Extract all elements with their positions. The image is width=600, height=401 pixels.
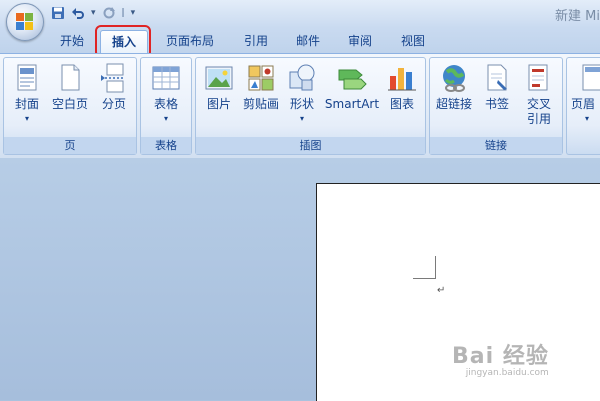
undo-dropdown-icon[interactable]: ▾ bbox=[91, 8, 96, 18]
office-button[interactable] bbox=[6, 3, 44, 41]
chevron-down-icon: ▾ bbox=[24, 114, 29, 123]
redo-icon[interactable] bbox=[101, 5, 117, 21]
tab-review[interactable]: 审阅 bbox=[340, 30, 380, 52]
save-icon[interactable] bbox=[50, 5, 66, 21]
clipart-button[interactable]: 剪贴画 bbox=[240, 62, 282, 112]
tab-references[interactable]: 引用 bbox=[236, 30, 276, 52]
smartart-icon bbox=[336, 62, 368, 94]
shapes-icon bbox=[286, 62, 318, 94]
table-icon bbox=[150, 62, 182, 94]
paragraph-mark: ↵ bbox=[437, 285, 446, 296]
cover-page-icon bbox=[11, 62, 43, 94]
customize-icon[interactable]: ▾ bbox=[131, 8, 136, 18]
tab-home[interactable]: 开始 bbox=[52, 30, 92, 52]
chart-icon bbox=[386, 62, 418, 94]
separator-icon: | bbox=[121, 8, 125, 18]
header-icon bbox=[577, 62, 600, 94]
title-bar: ▾ | ▾ 新建 Mi bbox=[0, 0, 600, 28]
group-links: 超链接 书签 交叉 引用 链接 bbox=[429, 57, 563, 155]
picture-icon bbox=[203, 62, 235, 94]
chevron-down-icon: ▾ bbox=[163, 114, 168, 123]
baidu-watermark: Bai 经验 jingyan.baidu.com bbox=[452, 344, 549, 378]
header-button[interactable]: 页眉 ▾ bbox=[571, 62, 600, 123]
ribbon: 封面 ▾ 空白页 分页 页 表格 ▾ 表格 图片 剪贴画 形状 ▾ SmartA… bbox=[0, 53, 600, 159]
bookmark-button[interactable]: 书签 bbox=[480, 62, 514, 112]
undo-icon[interactable] bbox=[70, 5, 86, 21]
blank-page-button[interactable]: 空白页 bbox=[50, 62, 90, 112]
group-label-links: 链接 bbox=[430, 137, 562, 154]
group-tables: 表格 ▾ 表格 bbox=[140, 57, 192, 155]
cross-reference-icon bbox=[523, 62, 555, 94]
chart-button[interactable]: 图表 bbox=[384, 62, 420, 112]
tab-insert[interactable]: 插入 bbox=[100, 30, 148, 53]
blank-page-icon bbox=[54, 62, 86, 94]
office-logo-icon bbox=[16, 13, 34, 31]
hyperlink-icon bbox=[438, 62, 470, 94]
ribbon-tabs: 开始 插入 页面布局 引用 邮件 审阅 视图 bbox=[0, 28, 600, 53]
group-label-tables: 表格 bbox=[141, 137, 191, 154]
margin-corner-mark bbox=[413, 256, 436, 279]
bookmark-icon bbox=[481, 62, 513, 94]
picture-button[interactable]: 图片 bbox=[202, 62, 236, 112]
group-label-pages: 页 bbox=[4, 137, 136, 154]
table-button[interactable]: 表格 ▾ bbox=[148, 62, 184, 123]
cross-reference-button[interactable]: 交叉 引用 bbox=[520, 62, 558, 127]
tab-view[interactable]: 视图 bbox=[393, 30, 433, 52]
group-illustrations: 图片 剪贴画 形状 ▾ SmartArt 图表 插图 bbox=[195, 57, 426, 155]
smartart-button[interactable]: SmartArt bbox=[324, 62, 380, 112]
group-header-footer: 页眉 ▾ bbox=[566, 57, 600, 155]
shapes-button[interactable]: 形状 ▾ bbox=[286, 62, 318, 123]
group-label-illustrations: 插图 bbox=[196, 137, 425, 154]
clipart-icon bbox=[245, 62, 277, 94]
chevron-down-icon: ▾ bbox=[585, 114, 590, 123]
tab-mailings[interactable]: 邮件 bbox=[288, 30, 328, 52]
window-title: 新建 Mi bbox=[555, 9, 600, 24]
page-break-button[interactable]: 分页 bbox=[96, 62, 132, 112]
tab-page-layout[interactable]: 页面布局 bbox=[160, 30, 220, 52]
quick-access-toolbar: ▾ | ▾ bbox=[50, 5, 136, 21]
chevron-down-icon: ▾ bbox=[299, 114, 304, 123]
cover-page-button[interactable]: 封面 ▾ bbox=[10, 62, 44, 123]
page-break-icon bbox=[98, 62, 130, 94]
hyperlink-button[interactable]: 超链接 bbox=[432, 62, 476, 112]
group-pages: 封面 ▾ 空白页 分页 页 bbox=[3, 57, 137, 155]
